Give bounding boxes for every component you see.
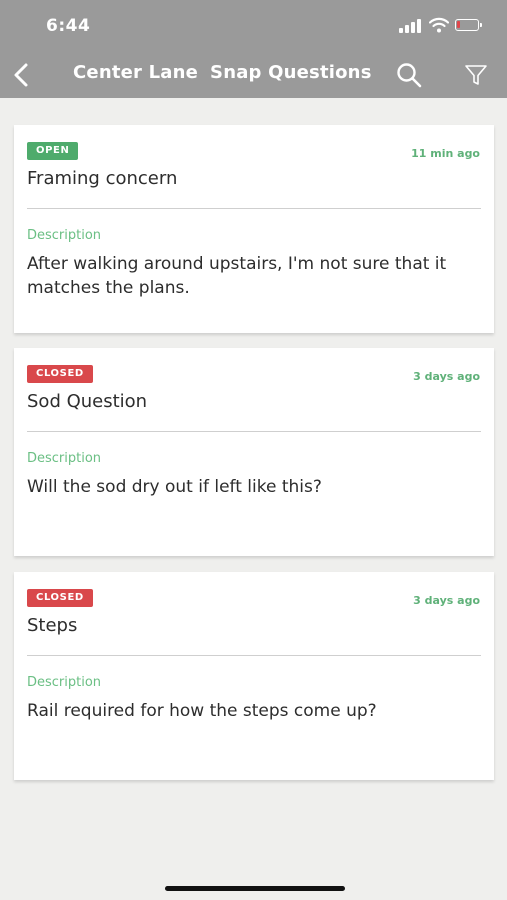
page-title: Center Lane Snap Questions xyxy=(73,62,384,83)
description-text: Rail required for how the steps come up? xyxy=(27,701,377,721)
back-button[interactable] xyxy=(10,62,34,88)
timestamp: 11 min ago xyxy=(411,147,480,160)
status-time: 6:44 xyxy=(46,16,91,36)
question-title: Steps xyxy=(27,615,78,636)
status-icons xyxy=(399,17,483,37)
section-name: Snap Questions xyxy=(210,62,372,83)
question-card[interactable]: CLOSED 3 days ago Sod Question Descripti… xyxy=(14,348,494,556)
search-icon[interactable] xyxy=(396,62,422,88)
status-badge-closed: CLOSED xyxy=(27,589,93,607)
cellular-signal-icon xyxy=(399,19,425,33)
battery-level xyxy=(457,21,460,28)
divider xyxy=(27,431,481,432)
description-label: Description xyxy=(27,675,102,690)
timestamp: 3 days ago xyxy=(413,370,480,383)
description-text: Will the sod dry out if left like this? xyxy=(27,477,322,497)
filter-icon[interactable] xyxy=(464,63,488,87)
wifi-icon xyxy=(429,17,449,33)
status-badge-closed: CLOSED xyxy=(27,365,93,383)
project-name: Center Lane xyxy=(73,62,199,83)
question-title: Sod Question xyxy=(27,391,148,412)
timestamp: 3 days ago xyxy=(413,594,480,607)
status-badge-open: OPEN xyxy=(27,142,79,160)
description-label: Description xyxy=(27,228,102,243)
question-card[interactable]: OPEN 11 min ago Framing concern Descript… xyxy=(14,125,494,333)
divider xyxy=(27,208,481,209)
question-title: Framing concern xyxy=(27,168,178,189)
question-card[interactable]: CLOSED 3 days ago Steps Description Rail… xyxy=(14,572,494,780)
description-label: Description xyxy=(27,451,102,466)
top-bar: 6:44 Center Lane Snap Questions xyxy=(0,0,507,98)
description-text: After walking around upstairs, I'm not s… xyxy=(27,254,447,298)
battery-icon xyxy=(455,19,482,31)
home-indicator[interactable] xyxy=(165,886,345,891)
divider xyxy=(27,655,481,656)
